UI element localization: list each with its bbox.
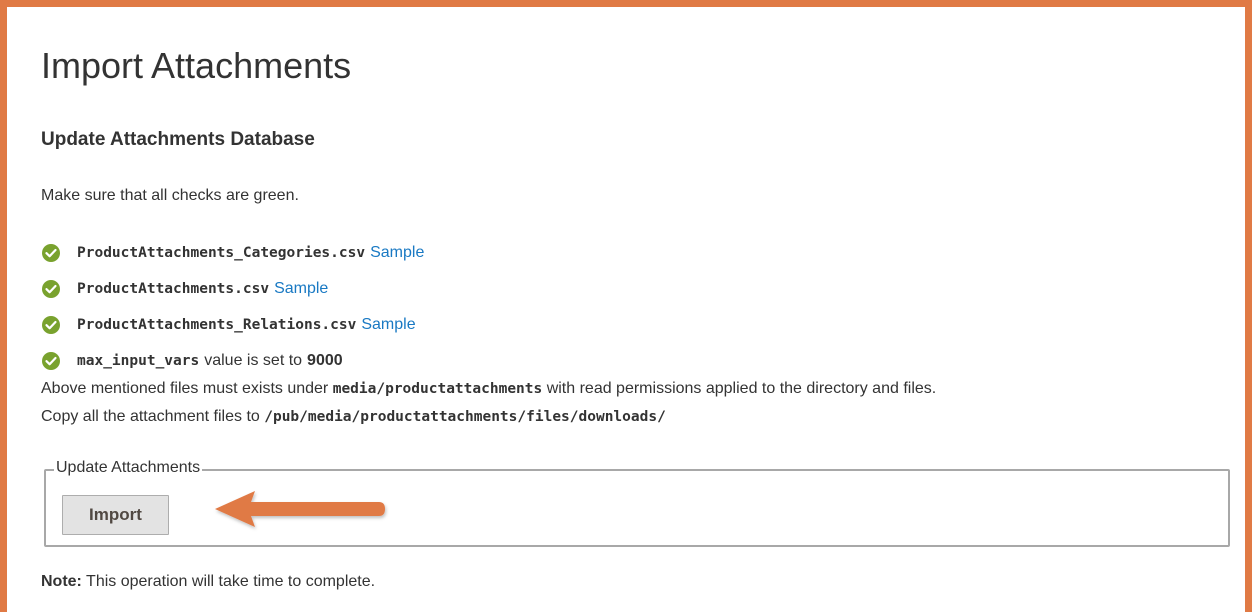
requirements-line-2-prefix: Copy all the attachment files to	[41, 408, 260, 425]
check-circle-icon	[42, 280, 60, 298]
check-filename: ProductAttachments.csv	[77, 281, 270, 297]
note-label: Note:	[41, 573, 82, 590]
check-item-relations: ProductAttachments_Relations.csv Sample	[41, 307, 424, 343]
import-button[interactable]: Import	[62, 495, 169, 535]
check-item-categories: ProductAttachments_Categories.csv Sample	[41, 235, 424, 271]
footer-note: Note: This operation will take time to c…	[41, 573, 375, 591]
checks-list: ProductAttachments_Categories.csv Sample…	[41, 235, 424, 379]
sample-link-relations[interactable]: Sample	[361, 316, 415, 334]
php-setting-text: value is set to	[204, 352, 303, 369]
check-item-attachments: ProductAttachments.csv Sample	[41, 271, 424, 307]
intro-text: Make sure that all checks are green.	[41, 187, 299, 204]
check-item-max-input-vars: max_input_vars value is set to 9000	[41, 343, 424, 379]
sample-link-attachments[interactable]: Sample	[274, 280, 328, 298]
downloads-path: /pub/media/productattachments/files/down…	[264, 409, 666, 425]
requirements-line-1-prefix: Above mentioned files must exists under	[41, 380, 329, 397]
check-filename: ProductAttachments_Relations.csv	[77, 317, 357, 333]
requirements-line-1: Above mentioned files must exists under …	[41, 375, 936, 403]
php-setting-value: 9000	[307, 352, 343, 369]
requirements-line-1-suffix: with read permissions applied to the dir…	[546, 380, 937, 397]
sample-link-categories[interactable]: Sample	[370, 244, 424, 262]
php-setting-name: max_input_vars	[77, 353, 200, 369]
section-title: Update Attachments Database	[41, 129, 315, 150]
check-circle-icon	[42, 244, 60, 262]
requirements-line-2: Copy all the attachment files to /pub/me…	[41, 403, 936, 431]
check-circle-icon	[42, 316, 60, 334]
check-circle-icon	[42, 352, 60, 370]
requirements-text: Above mentioned files must exists under …	[41, 375, 936, 431]
note-text: This operation will take time to complet…	[86, 573, 376, 590]
fieldset-legend: Update Attachments	[54, 459, 203, 477]
page-title: Import Attachments	[41, 45, 352, 86]
media-path: media/productattachments	[332, 381, 543, 397]
screenshot-frame: Import Attachments Update Attachments Da…	[0, 0, 1252, 612]
arrow-left-annotation-icon	[215, 491, 385, 527]
check-filename: ProductAttachments_Categories.csv	[77, 245, 366, 261]
